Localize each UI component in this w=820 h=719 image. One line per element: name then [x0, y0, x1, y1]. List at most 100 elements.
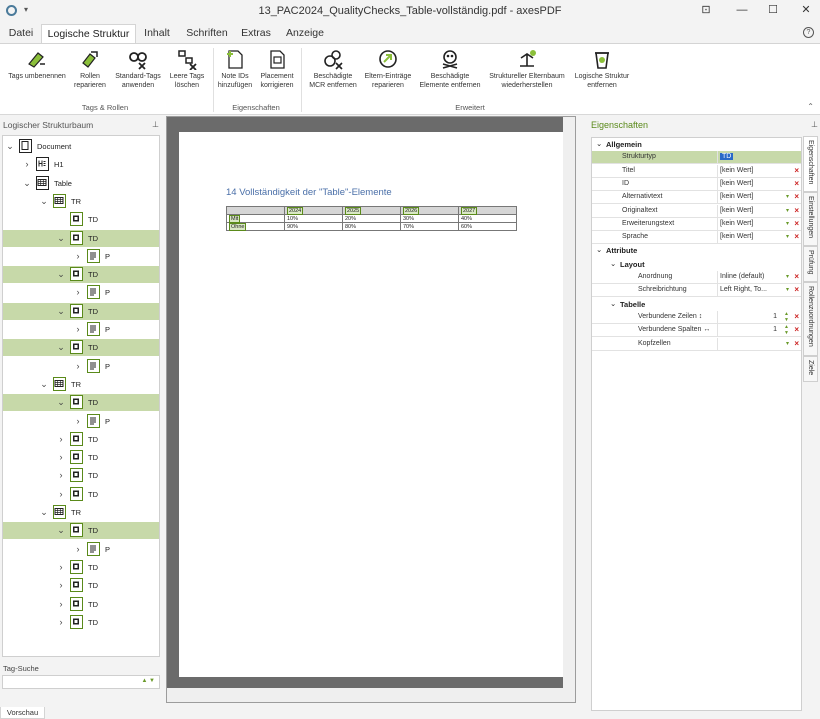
tree-item[interactable]: › P [3, 541, 159, 558]
property-value[interactable]: [kein Wert] [720, 233, 753, 240]
chevron-right-icon[interactable]: › [74, 324, 82, 334]
vertical-scrollbar[interactable] [563, 117, 575, 688]
dropdown-icon[interactable]: ▾ [786, 233, 789, 240]
pin-window-button[interactable]: ⊡ [697, 3, 715, 17]
chevron-right-icon[interactable]: › [74, 361, 82, 371]
property-section[interactable]: ⌄ Layout [592, 258, 801, 271]
tree-item[interactable]: › P [3, 321, 159, 338]
property-value[interactable]: [kein Wert] [720, 180, 753, 187]
tree-item[interactable]: › TD [3, 467, 159, 484]
dropdown-icon[interactable]: ▾ [786, 340, 789, 347]
clear-value-icon[interactable]: × [794, 206, 799, 215]
chevron-right-icon[interactable]: › [57, 580, 65, 590]
tree-item[interactable]: ⌄ Document [3, 138, 159, 155]
chevron-right-icon[interactable]: › [74, 251, 82, 261]
side-tab-pruefung[interactable]: Prüfung [803, 246, 818, 282]
tree-item[interactable]: › P [3, 413, 159, 430]
side-tab-einstellungen[interactable]: Einstellungen [803, 192, 818, 246]
pin-icon[interactable]: ⊥ [811, 120, 818, 129]
tree-item[interactable]: › P [3, 284, 159, 301]
pdf-viewer[interactable]: 14 Vollständigkeit der "Table"-Elemente … [166, 116, 576, 703]
horizontal-scrollbar[interactable] [167, 688, 575, 702]
clear-value-icon[interactable]: × [794, 166, 799, 175]
chevron-down-icon[interactable]: ⌄ [57, 397, 65, 407]
chevron-right-icon[interactable]: › [57, 599, 65, 609]
tree-item[interactable]: ⌄ TD [3, 339, 159, 357]
pin-icon[interactable]: ⊥ [152, 120, 159, 129]
chevron-right-icon[interactable]: › [57, 452, 65, 462]
property-row[interactable]: Kopfzellen ▾ × [592, 337, 801, 351]
tree-item[interactable]: ⌄ TR [3, 504, 159, 521]
tree-item[interactable]: › TD [3, 431, 159, 448]
tree-item[interactable]: ⌄ TD [3, 522, 159, 540]
tag-search-arrows-icon[interactable]: ▲ ▼ [141, 678, 155, 684]
structure-tree[interactable]: ⌄ Document › H1 ⌄ Table ⌄ TR TD ⌄ TD › P ⌄ TD › P ⌄ TD › P ⌄ T… [2, 135, 160, 657]
tab-logische-struktur[interactable]: Logische Struktur [41, 24, 136, 43]
tree-item[interactable]: › TD [3, 577, 159, 594]
clear-value-icon[interactable]: × [794, 285, 799, 294]
clear-value-icon[interactable]: × [794, 232, 799, 241]
property-value[interactable]: [kein Wert] [720, 207, 753, 214]
chevron-right-icon[interactable]: › [23, 159, 31, 169]
tree-item[interactable]: › TD [3, 614, 159, 631]
chevron-down-icon[interactable]: ⌄ [57, 306, 65, 316]
spinner-icon[interactable]: ▲ ▼ [784, 324, 789, 336]
property-value[interactable]: 1 [773, 326, 777, 333]
tree-item[interactable]: ⌄ TR [3, 193, 159, 210]
side-tab-ziele[interactable]: Ziele [803, 356, 818, 382]
clear-value-icon[interactable]: × [794, 192, 799, 201]
dropdown-icon[interactable]: ▾ [786, 193, 789, 200]
chevron-down-icon[interactable]: ⌄ [57, 342, 65, 352]
chevron-down-icon[interactable]: ⌄ [596, 139, 602, 148]
clear-value-icon[interactable]: × [794, 312, 799, 321]
property-section[interactable]: ⌄ Tabelle [592, 298, 801, 311]
property-value[interactable]: [kein Wert] [720, 220, 753, 227]
minimize-button[interactable]: — [733, 3, 751, 17]
chevron-down-icon[interactable]: ⌄ [40, 196, 48, 206]
property-row[interactable]: Schreibrichtung Left Right, To... ▾ × [592, 284, 801, 298]
property-value[interactable]: TD [720, 153, 734, 161]
help-icon[interactable]: ? [803, 27, 814, 38]
maximize-button[interactable]: ☐ [764, 3, 782, 17]
side-tab-rollenzuordnungen[interactable]: Rollenzuordnungen [803, 282, 818, 356]
clear-value-icon[interactable]: × [794, 219, 799, 228]
tree-item[interactable]: › H1 [3, 156, 159, 173]
tree-item[interactable]: › P [3, 358, 159, 375]
property-row[interactable]: Strukturtyp TD [592, 151, 801, 165]
chevron-right-icon[interactable]: › [57, 617, 65, 627]
tab-extras[interactable]: Extras [236, 24, 276, 43]
spinner-icon[interactable]: ▲ ▼ [784, 311, 789, 323]
tab-vorschau[interactable]: Vorschau [0, 707, 45, 719]
tree-item[interactable]: ⌄ TR [3, 376, 159, 393]
chevron-down-icon[interactable]: ⌄ [23, 178, 31, 188]
chevron-right-icon[interactable]: › [57, 434, 65, 444]
beschaedigte-elemente-entfernen-button[interactable]: Beschädigte Elemente entfernen [414, 48, 486, 90]
property-row[interactable]: Erweiterungstext [kein Wert] ▾ × [592, 217, 801, 231]
clear-value-icon[interactable]: × [794, 339, 799, 348]
chevron-down-icon[interactable]: ⌄ [57, 525, 65, 535]
chevron-right-icon[interactable]: › [74, 416, 82, 426]
chevron-right-icon[interactable]: › [57, 562, 65, 572]
chevron-down-icon[interactable]: ⌄ [40, 507, 48, 517]
property-row[interactable]: ID [kein Wert] × [592, 177, 801, 191]
tree-item[interactable]: TD [3, 211, 159, 228]
property-value[interactable]: 1 [773, 313, 777, 320]
chevron-right-icon[interactable]: › [74, 544, 82, 554]
tree-item[interactable]: › TD [3, 449, 159, 466]
tags-umbenennen-button[interactable]: Tags umbenennen [2, 48, 72, 81]
tree-item[interactable]: › P [3, 248, 159, 265]
property-row[interactable]: Alternativtext [kein Wert] ▾ × [592, 191, 801, 205]
clear-value-icon[interactable]: × [794, 325, 799, 334]
tree-item[interactable]: ⌄ TD [3, 229, 159, 247]
chevron-right-icon[interactable]: › [57, 470, 65, 480]
property-value[interactable]: Inline (default) [720, 273, 764, 280]
tree-item[interactable]: ⌄ TD [3, 302, 159, 320]
tag-search-input[interactable]: ▲ ▼ [2, 675, 160, 689]
tree-item[interactable]: › TD [3, 559, 159, 576]
property-row[interactable]: Anordnung Inline (default) ▾ × [592, 271, 801, 284]
chevron-down-icon[interactable]: ⌄ [610, 299, 616, 308]
note-ids-button[interactable]: Note IDs hinzufügen [214, 48, 256, 90]
clear-value-icon[interactable]: × [794, 179, 799, 188]
chevron-down-icon[interactable]: ⌄ [57, 233, 65, 243]
eltern-eintraege-reparieren-button[interactable]: Eltern-Einträge reparieren [360, 48, 416, 90]
